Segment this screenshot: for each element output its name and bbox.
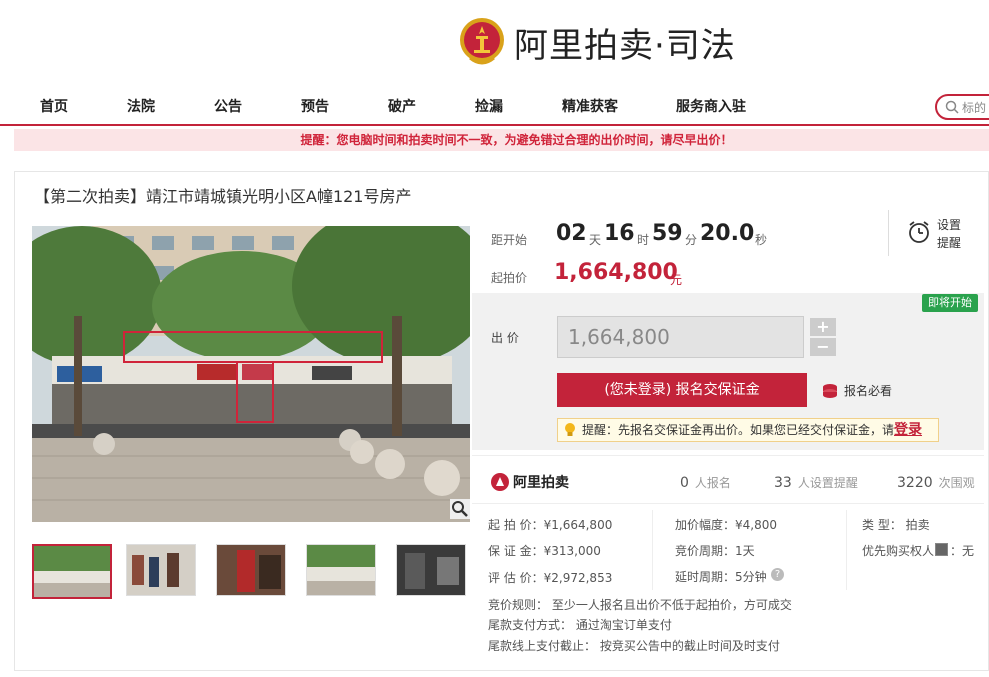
time-warning-notice: 提醒：您电脑时间和拍卖时间不一致，为避免错过合理的出价时间，请尽早出价！ xyxy=(14,129,989,151)
nav-item-court[interactable]: 法院 xyxy=(127,96,155,116)
bid-label: 出 价 xyxy=(491,331,519,345)
decrease-bid-button[interactable]: − xyxy=(810,338,836,356)
must-read-link[interactable]: 报名必看 xyxy=(822,382,892,399)
detail-priority-label: 优先购买权人 xyxy=(862,544,935,558)
nav-item-home[interactable]: 首页 xyxy=(40,96,68,116)
ali-auction-logo: 阿里拍卖 xyxy=(490,472,569,492)
zoom-button[interactable] xyxy=(450,499,470,519)
increase-bid-button[interactable]: + xyxy=(810,318,836,336)
views-stat-label: 次围观 xyxy=(938,476,975,490)
reminder-stat: 33 人设置提醒 xyxy=(774,474,858,491)
thumbnail-1[interactable] xyxy=(32,544,112,599)
login-link[interactable]: 登录 xyxy=(894,422,922,438)
divider-vertical-2 xyxy=(846,510,847,590)
nav-item-bargain[interactable]: 捡漏 xyxy=(475,96,503,116)
nav-item-provider[interactable]: 服务商入驻 xyxy=(676,96,746,116)
magnifier-icon xyxy=(452,501,468,517)
countdown-seconds-unit: 秒 xyxy=(755,233,768,247)
start-price-label: 起拍价 xyxy=(491,271,528,285)
countdown-minutes: 59 xyxy=(652,221,683,246)
brand-title: 阿里拍卖·司法 xyxy=(514,25,736,66)
priority-info-icon[interactable] xyxy=(935,543,948,556)
divider xyxy=(472,503,984,504)
views-count: 3220 xyxy=(897,475,933,491)
countdown-hours-unit: 时 xyxy=(637,233,650,247)
detail-priority-value: ：无 xyxy=(950,544,975,558)
detail-payment: 尾款支付方式： 通过淘宝订单支付 xyxy=(488,618,672,632)
countdown-label: 距开始 xyxy=(491,233,528,247)
ali-auction-brand: 阿里拍卖 xyxy=(513,475,569,491)
page-title: 【第二次拍卖】靖江市靖城镇光明小区A幢121号房产 xyxy=(34,187,412,206)
reminder-stat-label: 人设置提醒 xyxy=(797,476,858,490)
tip-text: 提醒：先报名交保证金再出价。如果您已经交付保证金，请 xyxy=(582,423,895,437)
lightbulb-icon xyxy=(565,423,575,436)
signup-count: 0 xyxy=(680,475,689,491)
ali-auction-icon xyxy=(491,473,509,491)
court-emblem-icon xyxy=(460,18,504,65)
set-reminder-button[interactable]: 设置 提醒 xyxy=(888,210,984,256)
detail-extension: 延时周期：5分钟 xyxy=(675,570,767,584)
main-nav: 首页 法院 公告 预告 破产 捡漏 精准获客 服务商入驻 xyxy=(0,90,989,126)
detail-deadline: 尾款线上支付截止： 按竞买公告中的截止时间及时支付 xyxy=(488,639,780,653)
countdown-days-unit: 天 xyxy=(589,233,602,247)
register-deposit-button[interactable]: (您未登录) 报名交保证金 xyxy=(557,373,807,407)
detail-increment: 加价幅度：¥4,800 xyxy=(675,518,777,532)
coins-icon xyxy=(823,383,837,398)
detail-start-price: 起 拍 价：¥1,664,800 xyxy=(488,518,613,532)
thumbnail-3[interactable] xyxy=(216,544,286,596)
nav-item-precise[interactable]: 精准获客 xyxy=(562,96,618,116)
status-badge: 即将开始 xyxy=(922,294,978,312)
detail-deposit: 保 证 金：¥313,000 xyxy=(488,544,601,558)
views-stat: 3220 次围观 xyxy=(897,474,975,491)
must-read-label: 报名必看 xyxy=(844,384,893,398)
detail-valuation: 评 估 价：¥2,972,853 xyxy=(488,571,613,585)
help-icon[interactable]: ? xyxy=(771,568,784,581)
nav-item-bankruptcy[interactable]: 破产 xyxy=(388,96,416,116)
nav-item-preview[interactable]: 预告 xyxy=(301,96,329,116)
detail-rule: 竞价规则： 至少一人报名且出价不低于起拍价，方可成交 xyxy=(488,598,792,612)
thumbnail-4[interactable] xyxy=(306,544,376,596)
bid-amount-input[interactable]: 1,664,800 xyxy=(557,316,804,358)
page: 阿里拍卖·司法 首页 法院 公告 预告 破产 捡漏 精准获客 服务商入驻 标的 … xyxy=(0,0,989,677)
property-photo[interactable] xyxy=(32,226,470,522)
login-tip: 提醒：先报名交保证金再出价。如果您已经交付保证金，请登录 xyxy=(557,418,939,442)
start-price-unit: 元 xyxy=(670,273,683,287)
property-photo-scene xyxy=(32,226,470,522)
brand-logo[interactable]: 阿里拍卖·司法 xyxy=(458,14,736,70)
signup-stat: 0 人报名 xyxy=(680,474,731,491)
nav-item-announcement[interactable]: 公告 xyxy=(214,96,242,116)
countdown-days: 02 xyxy=(556,221,587,246)
signup-stat-label: 人报名 xyxy=(694,476,731,490)
search-input[interactable]: 标的 xyxy=(935,94,989,120)
divider-vertical-1 xyxy=(652,510,653,590)
countdown-minutes-unit: 分 xyxy=(685,233,698,247)
thumbnail-2[interactable] xyxy=(126,544,196,596)
countdown-seconds: 20.0 xyxy=(700,221,755,246)
remind-label-line2: 提醒 xyxy=(937,236,962,250)
search-placeholder: 标的 xyxy=(962,100,987,115)
countdown-hours: 16 xyxy=(604,221,635,246)
remind-label-line1: 设置 xyxy=(937,218,962,232)
thumbnail-5[interactable] xyxy=(396,544,466,596)
search-icon xyxy=(945,100,959,114)
start-price-value: 1,664,800 xyxy=(554,260,678,285)
alarm-clock-icon xyxy=(909,221,929,243)
detail-type: 类 型： 拍卖 xyxy=(862,518,930,532)
detail-period: 竞价周期：1天 xyxy=(675,544,755,558)
reminder-count: 33 xyxy=(774,475,792,491)
